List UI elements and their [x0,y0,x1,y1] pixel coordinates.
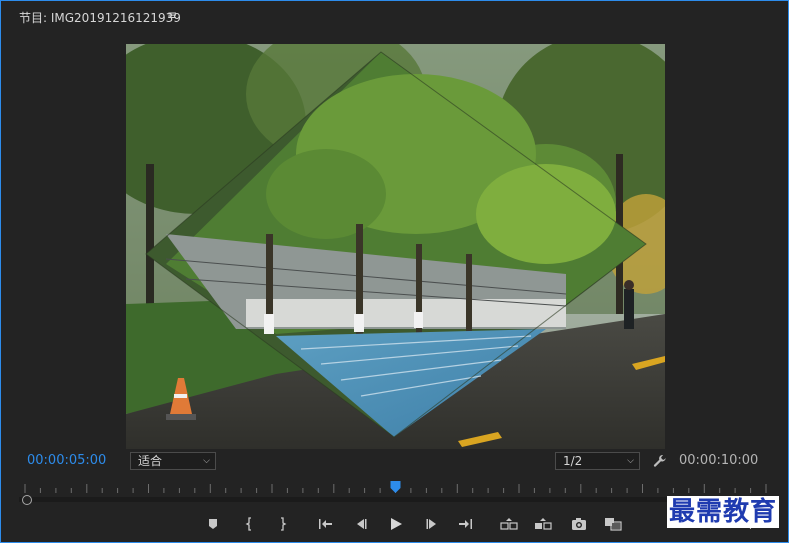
chevron-down-icon: ⌵ [627,456,634,466]
mark-out-icon[interactable] [273,515,291,533]
go-to-out-icon[interactable] [456,515,474,533]
playback-resolution-value: 1/2 [563,454,583,468]
export-frame-icon[interactable] [570,515,588,533]
zoom-scrollbar[interactable] [19,495,772,505]
zoom-level-value: 适合 [138,454,163,468]
hamburger-menu-icon[interactable]: ≡ [167,8,177,22]
program-monitor-viewer[interactable] [126,44,665,449]
chevron-down-icon: ⌵ [203,456,210,466]
go-to-in-icon[interactable] [317,515,335,533]
current-timecode[interactable]: 00:00:05:00 [27,453,106,468]
play-icon[interactable] [387,515,405,533]
zoom-level-dropdown[interactable]: 适合 ⌵ [130,452,216,470]
comparison-view-icon[interactable] [604,515,622,533]
lift-icon[interactable] [500,515,518,533]
step-back-icon[interactable] [352,515,370,533]
step-forward-icon[interactable] [423,515,441,533]
wrench-icon[interactable] [653,453,667,467]
mark-in-icon[interactable] [241,515,259,533]
playhead[interactable] [390,481,401,493]
duration-timecode: 00:00:10:00 [679,453,759,468]
playback-resolution-dropdown[interactable]: 1/2 ⌵ [555,452,640,470]
program-monitor-panel: 节目: IMG20191216121939 ≡ 00:00:05:00 适合 ⌵… [0,0,789,543]
panel-tab-bar: 节目: IMG20191216121939 ≡ [1,1,788,31]
extract-icon[interactable] [534,515,552,533]
zoom-scroll-handle[interactable] [22,495,32,505]
watermark-text: 最需教育 [667,496,780,528]
time-ruler[interactable] [19,481,772,495]
add-marker-icon[interactable] [204,515,222,533]
panel-tab-title[interactable]: 节目: IMG20191216121939 [19,9,181,26]
video-frame-image [126,44,665,449]
